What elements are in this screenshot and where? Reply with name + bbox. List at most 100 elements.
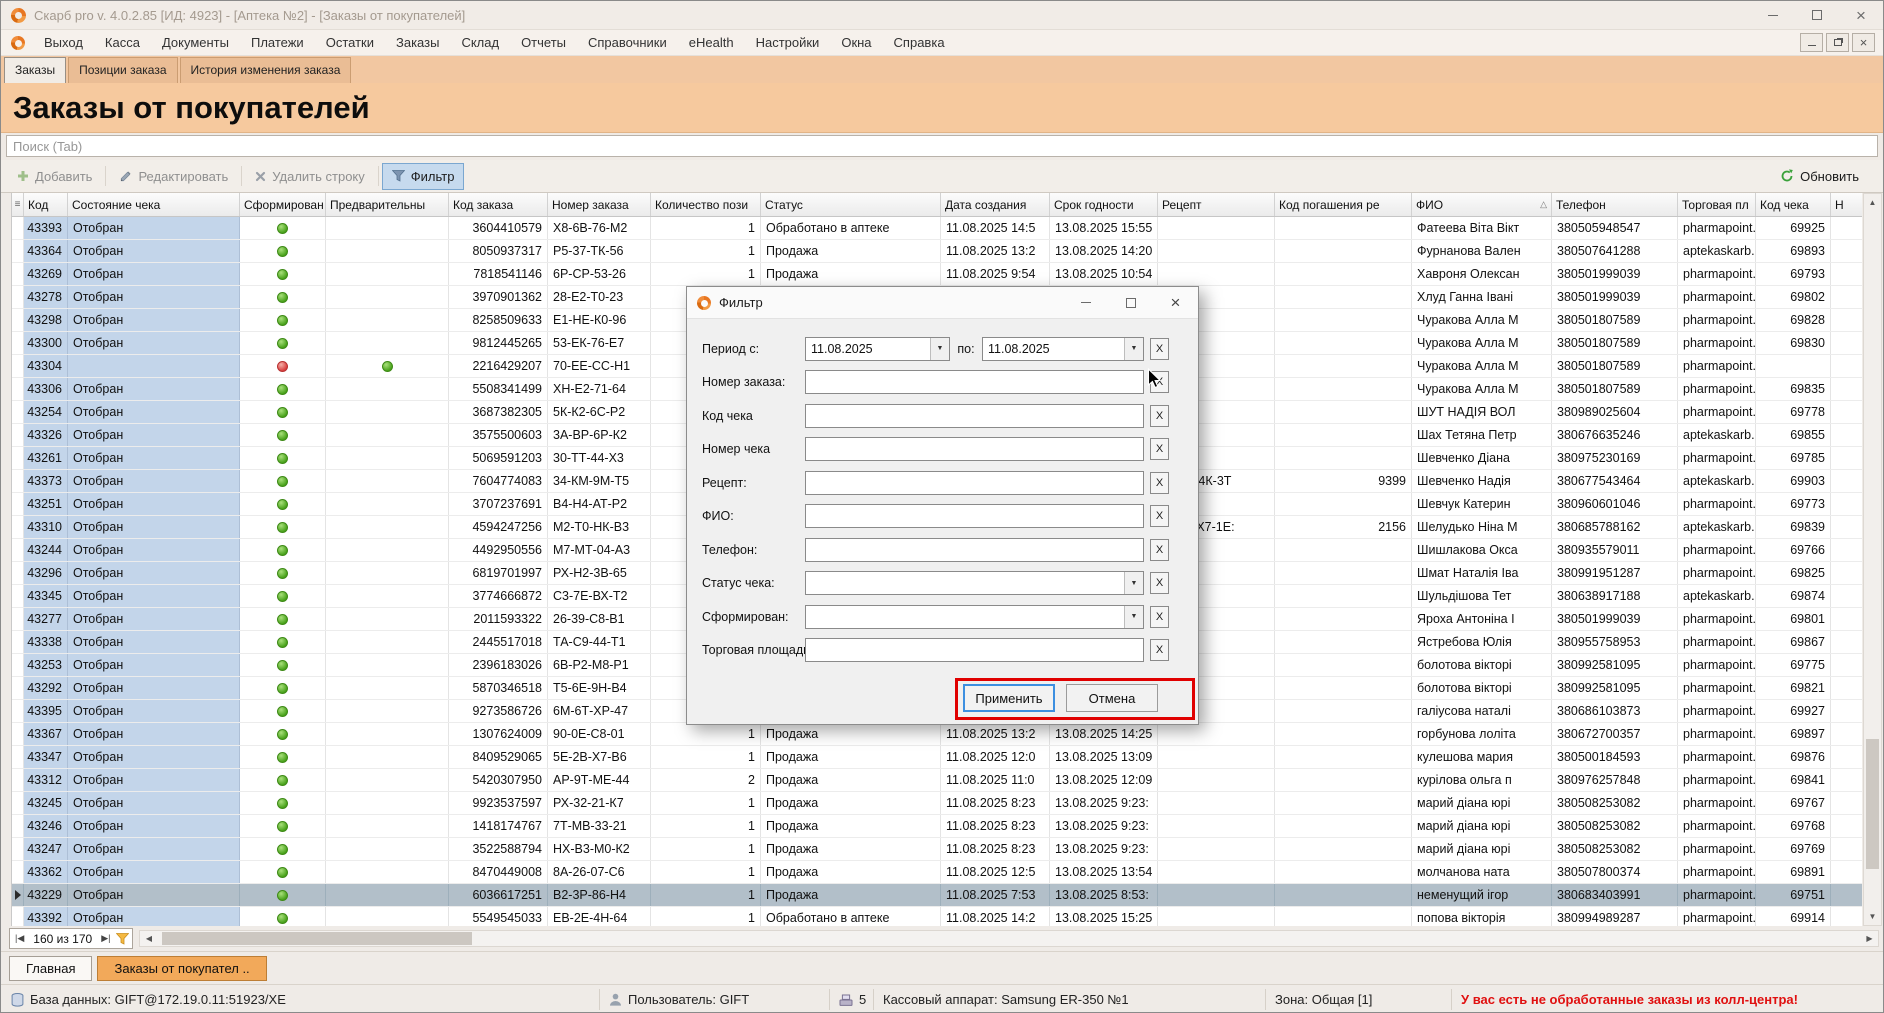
filter-button[interactable]: Фильтр: [382, 163, 465, 190]
vertical-scrollbar-thumb[interactable]: [1866, 739, 1879, 869]
column-header-fio[interactable]: ФИО△: [1412, 193, 1552, 216]
column-header-created[interactable]: Дата создания: [941, 193, 1050, 216]
table-row[interactable]: 43246Отобран14181747677Т-МВ-33-211Продаж…: [12, 815, 1862, 838]
scroll-up-icon[interactable]: [1864, 194, 1881, 211]
clear-field-button[interactable]: X: [1150, 405, 1169, 427]
bottom-tab-1[interactable]: Заказы от покупател ..: [97, 956, 266, 981]
column-header-formed[interactable]: Сформирован: [240, 193, 326, 216]
column-header-recipe[interactable]: Рецепт: [1158, 193, 1275, 216]
table-row[interactable]: 43347Отобран84095290655Е-2В-Х7-В61Продаж…: [12, 746, 1862, 769]
menu-item-Остатки[interactable]: Остатки: [315, 30, 385, 55]
search-input[interactable]: [6, 135, 1878, 157]
column-header-order-code[interactable]: Код заказа: [449, 193, 548, 216]
table-row[interactable]: 43362Отобран84704490088А-26-07-С61Продаж…: [12, 861, 1862, 884]
table-row[interactable]: 43247Отобран3522588794НХ-В3-М0-К21Продаж…: [12, 838, 1862, 861]
chevron-down-icon[interactable]: [1124, 338, 1143, 360]
menu-item-Отчеты[interactable]: Отчеты: [510, 30, 577, 55]
add-button[interactable]: Добавить: [7, 163, 102, 190]
clear-field-button[interactable]: X: [1150, 606, 1169, 628]
child-close-button[interactable]: [1852, 33, 1875, 52]
table-row[interactable]: 43269Отобран78185411466Р-СР-53-261Продаж…: [12, 263, 1862, 286]
column-header-code[interactable]: Код: [24, 193, 68, 216]
menu-item-Заказы[interactable]: Заказы: [385, 30, 450, 55]
dialog-title-bar[interactable]: Фильтр: [687, 287, 1198, 319]
menu-item-Касса[interactable]: Касса: [94, 30, 151, 55]
column-header-status[interactable]: Статус: [761, 193, 941, 216]
tab-Заказы[interactable]: Заказы: [4, 57, 66, 83]
table-row[interactable]: 43229Отобран6036617251В2-3Р-86-Н41Продаж…: [12, 884, 1862, 907]
filter-input-5[interactable]: [805, 504, 1144, 528]
scroll-down-icon[interactable]: [1864, 908, 1881, 925]
menu-item-Настройки[interactable]: Настройки: [745, 30, 831, 55]
table-row[interactable]: 43312Отобран5420307950АР-9Т-МЕ-442Продаж…: [12, 769, 1862, 792]
filter-input-3[interactable]: [805, 437, 1144, 461]
refresh-button[interactable]: Обновить: [1770, 163, 1869, 190]
column-header-expiry[interactable]: Срок годности: [1050, 193, 1158, 216]
clear-field-button[interactable]: X: [1150, 639, 1169, 661]
menu-item-Справочники[interactable]: Справочники: [577, 30, 678, 55]
dialog-close-button[interactable]: [1153, 287, 1198, 318]
column-header-platform[interactable]: Торговая пл: [1678, 193, 1756, 216]
column-header-order-number[interactable]: Номер заказа: [548, 193, 651, 216]
horizontal-scrollbar[interactable]: [139, 930, 1879, 947]
edit-button[interactable]: Редактировать: [109, 163, 238, 190]
period-from-combo[interactable]: 11.08.2025: [805, 337, 950, 361]
table-row[interactable]: 43364Отобран8050937317Р5-37-ТК-561Продаж…: [12, 240, 1862, 263]
tab-История изменения заказа[interactable]: История изменения заказа: [180, 57, 352, 83]
table-row[interactable]: 43392Отобран5549545033ЕВ-2Е-4Н-641Обрабо…: [12, 907, 1862, 926]
menu-item-Документы[interactable]: Документы: [151, 30, 240, 55]
clear-field-button[interactable]: X: [1150, 572, 1169, 594]
active-filter-funnel-icon[interactable]: [116, 933, 129, 945]
column-header-extra[interactable]: Н: [1831, 193, 1862, 216]
menu-item-Выход[interactable]: Выход: [33, 30, 94, 55]
menu-item-Окна[interactable]: Окна: [830, 30, 882, 55]
filter-input-9[interactable]: [805, 638, 1144, 662]
scroll-left-icon[interactable]: [140, 931, 157, 946]
apply-button[interactable]: Применить: [963, 684, 1055, 712]
clear-field-button[interactable]: X: [1150, 505, 1169, 527]
last-page-button[interactable]: [99, 933, 112, 944]
scroll-right-icon[interactable]: [1861, 931, 1878, 946]
dialog-minimize-button[interactable]: [1063, 287, 1108, 318]
menu-item-Справка[interactable]: Справка: [883, 30, 956, 55]
filter-combo-8[interactable]: [805, 605, 1144, 629]
dialog-maximize-button[interactable]: [1108, 287, 1153, 318]
column-header-redeem-code[interactable]: Код погашения ре: [1275, 193, 1412, 216]
table-row[interactable]: 43393Отобран3604410579Х8-6В-76-М21Обрабо…: [12, 217, 1862, 240]
period-to-combo[interactable]: 11.08.2025: [982, 337, 1144, 361]
filter-input-6[interactable]: [805, 538, 1144, 562]
first-page-button[interactable]: [13, 933, 26, 944]
tab-Позиции заказа[interactable]: Позиции заказа: [68, 57, 177, 83]
ma ximize-button[interactable]: [1795, 1, 1839, 29]
child-restore-button[interactable]: [1826, 33, 1849, 52]
filter-input-4[interactable]: [805, 471, 1144, 495]
column-header-quantity[interactable]: Количество пози: [651, 193, 761, 216]
column-header-check-state[interactable]: Состояние чека: [68, 193, 240, 216]
filter-input-1[interactable]: [805, 370, 1144, 394]
filter-combo-7[interactable]: [805, 571, 1144, 595]
column-header-check-code[interactable]: Код чека: [1756, 193, 1831, 216]
clear-field-button[interactable]: X: [1150, 371, 1169, 393]
clear-field-button[interactable]: X: [1150, 539, 1169, 561]
bottom-tab-0[interactable]: Главная: [9, 956, 92, 981]
child-minimize-button[interactable]: [1800, 33, 1823, 52]
column-header-phone[interactable]: Телефон: [1552, 193, 1678, 216]
cancel-button[interactable]: Отмена: [1066, 684, 1158, 712]
menu-item-Склад[interactable]: Склад: [450, 30, 510, 55]
clear-field-button[interactable]: X: [1150, 438, 1169, 460]
clear-field-button[interactable]: X: [1150, 472, 1169, 494]
close-button[interactable]: [1839, 1, 1883, 29]
chevron-down-icon[interactable]: [1124, 572, 1143, 594]
vertical-scrollbar[interactable]: [1863, 193, 1882, 926]
filter-input-2[interactable]: [805, 404, 1144, 428]
chevron-down-icon[interactable]: [930, 338, 949, 360]
table-row[interactable]: 43245Отобран9923537597РХ-32-21-К71Продаж…: [12, 792, 1862, 815]
delete-row-button[interactable]: Удалить строку: [245, 163, 375, 190]
table-row[interactable]: 43367Отобран130762400990-0Е-С8-011Продаж…: [12, 723, 1862, 746]
chevron-down-icon[interactable]: [1124, 606, 1143, 628]
menu-item-eHealth[interactable]: eHealth: [678, 30, 745, 55]
horizontal-scrollbar-thumb[interactable]: [162, 932, 472, 945]
minimize-button[interactable]: [1751, 1, 1795, 29]
column-header-preliminary[interactable]: Предварительны: [326, 193, 449, 216]
clear-field-button[interactable]: X: [1150, 338, 1169, 360]
